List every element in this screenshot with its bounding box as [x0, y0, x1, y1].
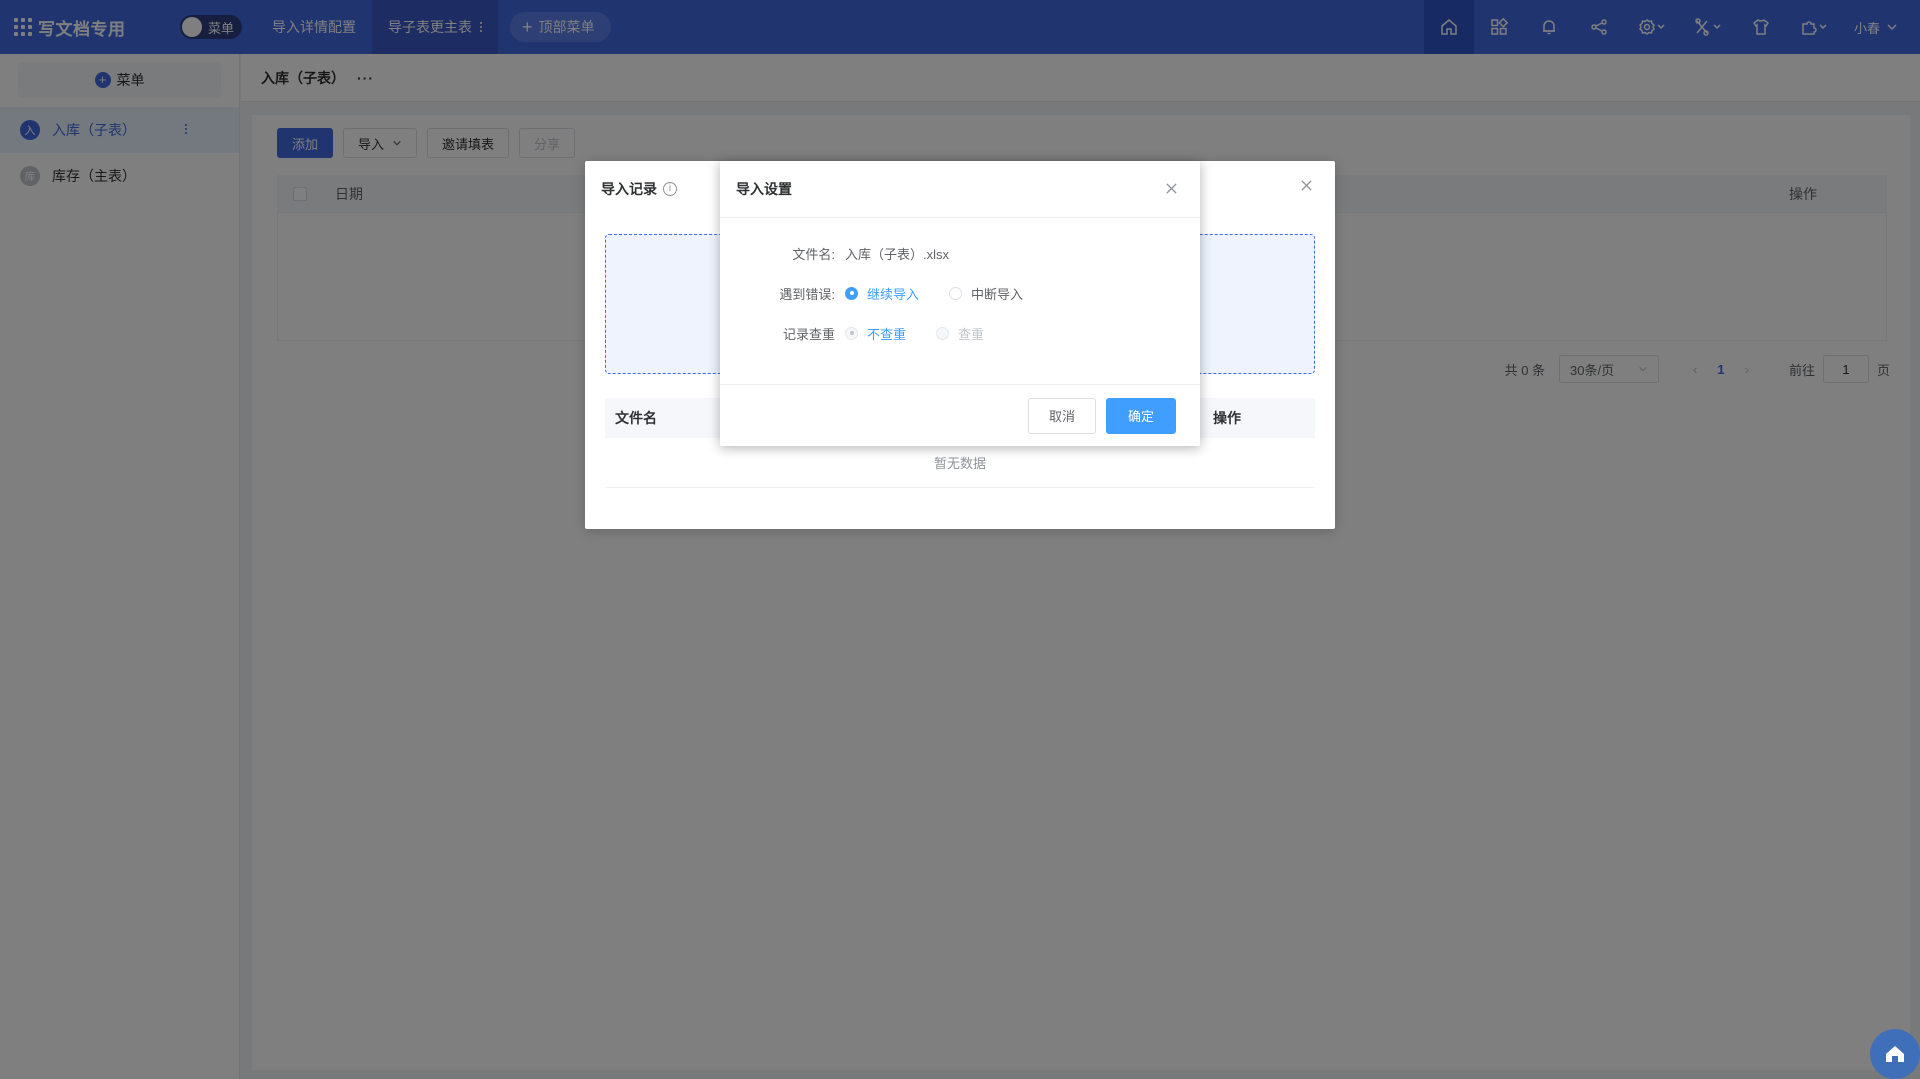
file-name-value: 入库（子表）.xlsx [845, 246, 950, 262]
home-fab-button[interactable] [1870, 1029, 1920, 1079]
dialog-footer: 取消 确定 [720, 384, 1200, 446]
column-header-filename: 文件名 [615, 410, 657, 426]
radio-label: 继续导入 [867, 286, 920, 302]
close-icon[interactable] [1300, 179, 1313, 192]
file-name-label: 文件名: [792, 246, 835, 262]
dedupe-row: 记录查重 不查重 查重 [720, 313, 1200, 353]
radio-label: 不查重 [867, 326, 907, 342]
on-error-label: 遇到错误: [779, 286, 835, 302]
radio-dot [949, 286, 963, 300]
radio-dot [845, 286, 858, 300]
import-record-title: 导入记录 [601, 181, 657, 197]
file-name-row: 文件名: 入库（子表）.xlsx [720, 233, 1200, 273]
confirm-button[interactable]: 确定 [1106, 397, 1176, 434]
radio-continue-import[interactable]: 继续导入 [845, 284, 919, 303]
radio-abort-import[interactable]: 中断导入 [949, 284, 1023, 303]
import-settings-form: 文件名: 入库（子表）.xlsx 遇到错误: 继续导入 中断导入 记录查重 不查… [720, 233, 1200, 353]
radio-label: 中断导入 [971, 286, 1024, 302]
radio-dedupe[interactable]: 查重 [936, 324, 984, 343]
radio-dot [936, 326, 950, 340]
on-error-row: 遇到错误: 继续导入 中断导入 [720, 273, 1200, 313]
radio-label: 查重 [958, 326, 985, 342]
radio-dot [845, 326, 858, 340]
cancel-button[interactable]: 取消 [1027, 397, 1096, 434]
dialog-title: 导入设置 [720, 161, 1200, 218]
info-icon[interactable]: i [663, 182, 677, 196]
import-record-header: 导入记录 i [601, 179, 677, 199]
radio-no-dedupe[interactable]: 不查重 [845, 324, 906, 343]
house-icon [1886, 1046, 1904, 1062]
dedupe-label: 记录查重 [782, 326, 835, 342]
import-settings-dialog: 导入设置 文件名: 入库（子表）.xlsx 遇到错误: 继续导入 中断导入 记录… [720, 161, 1200, 446]
column-header-actions: 操作 [1213, 410, 1241, 426]
close-icon[interactable] [1165, 182, 1178, 195]
